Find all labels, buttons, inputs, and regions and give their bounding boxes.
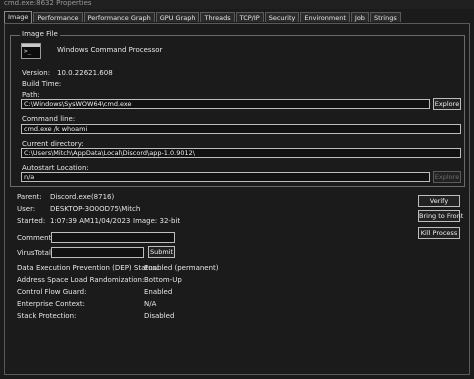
dep-label: Data Execution Prevention (DEP) Status: bbox=[17, 264, 159, 272]
aslr-value: Bottom-Up bbox=[144, 276, 182, 284]
command-line-label: Command line: bbox=[22, 115, 76, 123]
parent-label: Parent: bbox=[17, 193, 42, 201]
verify-button[interactable]: Verify bbox=[418, 195, 460, 207]
tab-performance-graph[interactable]: Performance Graph bbox=[83, 12, 155, 22]
autostart-field[interactable]: n/a bbox=[21, 172, 430, 182]
image-description: Windows Command Processor bbox=[57, 46, 163, 54]
explore-button[interactable]: Explore bbox=[433, 98, 461, 110]
tab-environment[interactable]: Environment bbox=[300, 12, 350, 22]
explore-autostart-button[interactable]: Explore bbox=[433, 171, 461, 183]
comment-input[interactable] bbox=[51, 232, 175, 243]
bring-to-front-button[interactable]: Bring to Front bbox=[418, 210, 463, 222]
image-bitness: Image: 32-bit bbox=[133, 217, 181, 225]
tab-gpu-graph[interactable]: GPU Graph bbox=[155, 12, 200, 22]
version-value: 10.0.22621.608 bbox=[57, 69, 113, 77]
started-label: Started: bbox=[17, 217, 46, 225]
image-file-group-title: Image File bbox=[20, 30, 60, 38]
build-time-label: Build Time: bbox=[22, 80, 62, 88]
path-label: Path: bbox=[22, 91, 40, 99]
window-title: cmd.exe:8632 Properties bbox=[0, 0, 474, 9]
stack-protection-label: Stack Protection: bbox=[17, 312, 77, 320]
enterprise-context-label: Enterprise Context: bbox=[17, 300, 86, 308]
user-value: DESKTOP-3O0OD75\Mitch bbox=[50, 205, 141, 213]
submit-button[interactable]: Submit bbox=[148, 246, 175, 258]
stack-protection-value: Disabled bbox=[144, 312, 175, 320]
started-date: 11/04/2023 bbox=[90, 217, 131, 225]
tab-bar: Image Performance Performance Graph GPU … bbox=[4, 11, 402, 23]
path-field[interactable]: C:\Windows\SysWOW64\cmd.exe bbox=[21, 99, 430, 109]
current-directory-label: Current directory: bbox=[22, 140, 84, 148]
tab-security[interactable]: Security bbox=[264, 12, 300, 22]
tab-threads[interactable]: Threads bbox=[200, 12, 235, 22]
started-time: 1:07:39 AM bbox=[50, 217, 91, 225]
autostart-label: Autostart Location: bbox=[22, 164, 89, 172]
parent-value: Discord.exe(8716) bbox=[50, 193, 115, 201]
virustotal-label: VirusTotal: bbox=[17, 249, 54, 257]
aslr-label: Address Space Load Randomization: bbox=[17, 276, 145, 284]
cfg-value: Enabled bbox=[144, 288, 173, 296]
tab-tcpip[interactable]: TCP/IP bbox=[235, 12, 264, 22]
command-line-field[interactable]: cmd.exe /k whoami bbox=[21, 124, 461, 134]
version-label: Version: bbox=[22, 69, 51, 77]
user-label: User: bbox=[17, 205, 36, 213]
dep-value: Enabled (permanent) bbox=[144, 264, 219, 272]
cfg-label: Control Flow Guard: bbox=[17, 288, 87, 296]
virustotal-field[interactable] bbox=[51, 247, 144, 258]
kill-process-button[interactable]: Kill Process bbox=[418, 227, 460, 239]
current-directory-field[interactable]: C:\Users\Mitch\AppData\Local\Discord\app… bbox=[21, 148, 461, 158]
command-prompt-icon bbox=[21, 43, 41, 59]
tab-performance[interactable]: Performance bbox=[33, 12, 83, 22]
tab-image[interactable]: Image bbox=[4, 11, 33, 23]
enterprise-context-value: N/A bbox=[144, 300, 157, 308]
tab-strings[interactable]: Strings bbox=[369, 12, 401, 22]
tab-job[interactable]: Job bbox=[350, 12, 369, 22]
comment-label: Comment: bbox=[17, 234, 54, 242]
